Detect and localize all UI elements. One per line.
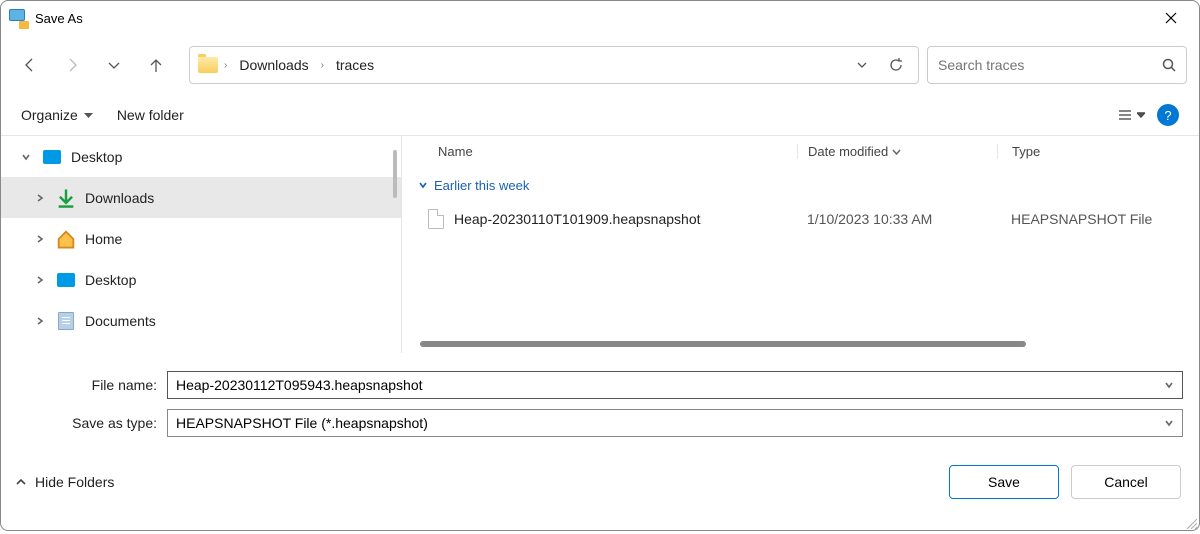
column-header-name[interactable]: Name xyxy=(402,144,797,159)
sidebar-item-desktop-2[interactable]: Desktop xyxy=(1,259,401,300)
folder-icon xyxy=(198,57,218,73)
sidebar-item-downloads[interactable]: Downloads xyxy=(1,177,401,218)
sort-indicator-icon xyxy=(892,147,901,156)
file-group-header[interactable]: Earlier this week xyxy=(402,168,1199,202)
sidebar-item-home[interactable]: Home xyxy=(1,218,401,259)
breadcrumb-segment[interactable]: Downloads xyxy=(233,53,314,77)
sidebar-item-desktop[interactable]: Desktop xyxy=(1,136,401,177)
up-button[interactable] xyxy=(139,48,173,82)
hide-folders-button[interactable]: Hide Folders xyxy=(15,474,114,490)
chevron-right-icon xyxy=(35,275,45,285)
file-pane: Name Date modified Type Earlier this wee… xyxy=(401,135,1199,353)
chevron-down-icon xyxy=(418,180,428,190)
window-title: Save As xyxy=(35,11,83,26)
filename-input[interactable]: Heap-20230112T095943.heapsnapshot xyxy=(167,371,1183,399)
savetype-select[interactable]: HEAPSNAPSHOT File (*.heapsnapshot) xyxy=(167,409,1183,437)
save-button[interactable]: Save xyxy=(949,465,1059,499)
forward-button[interactable] xyxy=(55,48,89,82)
address-dropdown[interactable] xyxy=(848,58,876,72)
help-button[interactable]: ? xyxy=(1157,104,1179,126)
download-icon xyxy=(55,187,77,209)
address-bar[interactable]: › Downloads › traces xyxy=(189,46,919,84)
chevron-down-icon xyxy=(1164,380,1174,390)
file-type: HEAPSNAPSHOT File xyxy=(997,211,1199,227)
chevron-down-icon xyxy=(1137,111,1145,119)
file-name: Heap-20230110T101909.heapsnapshot xyxy=(454,211,701,227)
app-icon xyxy=(9,9,27,27)
chevron-down-icon xyxy=(1164,418,1174,428)
back-button[interactable] xyxy=(13,48,47,82)
new-folder-button[interactable]: New folder xyxy=(117,107,184,123)
documents-icon xyxy=(58,312,74,330)
column-header-type[interactable]: Type xyxy=(997,144,1199,159)
chevron-up-icon xyxy=(15,476,27,488)
organize-button[interactable]: Organize xyxy=(21,107,93,123)
desktop-icon xyxy=(57,273,75,287)
horizontal-scrollbar[interactable] xyxy=(420,341,1159,347)
chevron-right-icon xyxy=(35,193,45,203)
sidebar-scrollbar[interactable] xyxy=(393,150,397,198)
close-button[interactable] xyxy=(1151,3,1191,33)
search-icon xyxy=(1162,58,1176,72)
filename-label: File name: xyxy=(17,377,167,393)
chevron-down-icon xyxy=(21,152,31,162)
breadcrumb-segment[interactable]: traces xyxy=(330,53,380,77)
chevron-right-icon xyxy=(35,316,45,326)
refresh-button[interactable] xyxy=(882,58,910,72)
search-box[interactable] xyxy=(927,46,1187,84)
chevron-down-icon xyxy=(84,111,93,120)
desktop-icon xyxy=(43,150,61,164)
home-icon xyxy=(55,228,77,250)
sidebar-item-documents[interactable]: Documents xyxy=(1,300,401,341)
file-date: 1/10/2023 10:33 AM xyxy=(797,211,997,227)
column-header-date[interactable]: Date modified xyxy=(797,144,997,159)
search-input[interactable] xyxy=(938,57,1162,73)
recent-locations-button[interactable] xyxy=(97,48,131,82)
savetype-label: Save as type: xyxy=(17,415,167,431)
sidebar: Desktop Downloads Home Desktop Documents xyxy=(1,135,401,353)
chevron-right-icon: › xyxy=(321,60,324,71)
file-row[interactable]: Heap-20230110T101909.heapsnapshot 1/10/2… xyxy=(402,202,1199,236)
cancel-button[interactable]: Cancel xyxy=(1071,465,1181,499)
chevron-right-icon: › xyxy=(224,60,227,71)
file-icon xyxy=(428,209,444,229)
resize-grip[interactable] xyxy=(1185,516,1197,528)
chevron-right-icon xyxy=(35,234,45,244)
view-options-button[interactable] xyxy=(1117,107,1145,123)
